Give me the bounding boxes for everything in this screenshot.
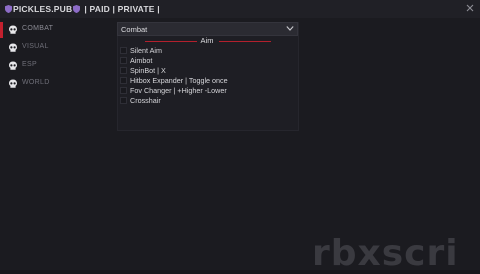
option-label: Crosshair [130,95,161,105]
toggle-fov-changer[interactable]: Fov Changer | +Higher -Lower [120,85,227,95]
skull-icon [9,43,17,52]
watermark: rbxscri [312,233,459,274]
title-bar: PICKLES.PUB | PAID | PRIVATE | [0,0,480,18]
active-indicator [0,22,3,38]
shield-icon [5,5,12,13]
checkbox[interactable] [120,96,127,104]
checkbox[interactable] [120,66,127,74]
category-dropdown[interactable]: Combat [117,22,298,36]
skull-icon [9,25,17,34]
window-title: PICKLES.PUB | PAID | PRIVATE | [5,4,160,14]
skull-icon [9,61,17,70]
sidebar-item-label: VISUAL [22,43,49,50]
chevron-down-icon [286,26,294,31]
sidebar-item-label: COMBAT [22,25,54,32]
toggle-crosshair[interactable]: Crosshair [120,95,161,105]
main-window: PICKLES.PUB | PAID | PRIVATE | COMBAT VI… [0,0,480,274]
option-label: Aimbot [130,55,153,65]
title-tags: | PAID | PRIVATE | [84,4,160,14]
option-label: Fov Changer | +Higher -Lower [130,85,227,95]
toggle-silent-aim[interactable]: Silent Aim [120,45,162,55]
checkbox[interactable] [120,56,127,64]
option-label: SpinBot | X [130,65,166,75]
sidebar-item-esp[interactable]: ESP [0,57,110,75]
option-label: Silent Aim [130,45,162,55]
toggle-spinbot[interactable]: SpinBot | X [120,65,166,75]
sidebar-item-world[interactable]: WORLD [0,75,110,93]
shield-icon [73,5,81,13]
close-icon [466,4,474,12]
sidebar-item-combat[interactable]: COMBAT [0,21,110,39]
toggle-aimbot[interactable]: Aimbot [120,55,152,65]
sidebar: COMBAT VISUAL ESP WORLD [0,18,110,270]
close-button[interactable] [464,2,476,14]
checkbox[interactable] [120,76,127,84]
sidebar-item-visual[interactable]: VISUAL [0,39,110,57]
dropdown-value: Combat [121,24,148,34]
skull-icon [9,79,17,88]
checkbox[interactable] [120,86,127,94]
checkbox[interactable] [120,46,127,54]
sidebar-item-label: ESP [22,61,37,68]
title-name: PICKLES.PUB [13,4,73,14]
sidebar-item-label: WORLD [22,79,50,86]
divider [219,41,271,42]
option-label: Hitbox Expander | Toggle once [130,75,228,85]
toggle-hitbox-expander[interactable]: Hitbox Expander | Toggle once [120,75,228,85]
